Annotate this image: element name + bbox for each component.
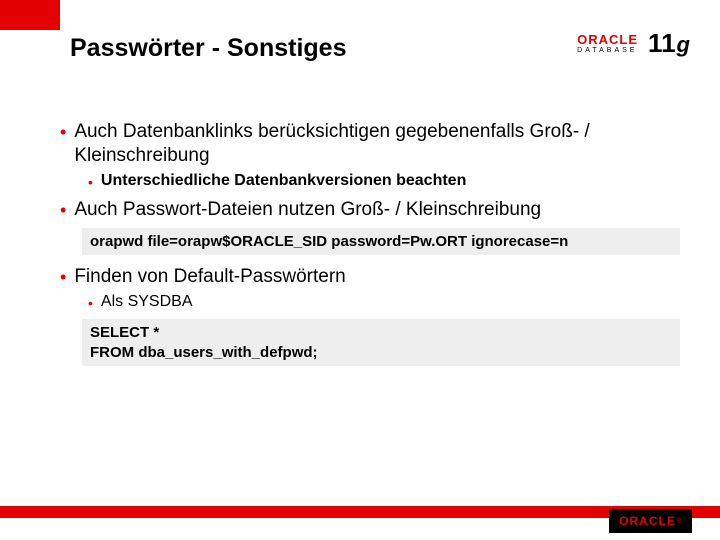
code-block: orapwd file=orapw$ORACLE_SID password=Pw… <box>82 228 680 256</box>
sub-bullet-item: • Unterschiedliche Datenbankversionen be… <box>88 172 680 192</box>
bullet-text: Finden von Default-Passwörtern <box>74 265 345 289</box>
bullet-dot-icon: • <box>60 198 66 222</box>
bullet-text: Auch Datenbanklinks berücksichtigen gege… <box>74 120 680 168</box>
content-area: • Auch Datenbanklinks berücksichtigen ge… <box>60 120 680 376</box>
code-block: SELECT * FROM dba_users_with_defpwd; <box>82 319 680 366</box>
bullet-item: • Finden von Default-Passwörtern <box>60 265 680 289</box>
page-title: Passwörter - Sonstiges <box>70 34 346 63</box>
corner-accent <box>0 0 60 30</box>
oracle-wordmark: ORACLE DATABASE <box>577 33 638 54</box>
bullet-dot-icon: • <box>88 172 93 192</box>
brand-name: ORACLE <box>577 33 638 46</box>
header-logo: ORACLE DATABASE 11 g <box>577 28 690 59</box>
bullet-text: Auch Passwort-Dateien nutzen Groß- / Kle… <box>74 198 541 222</box>
version-number: 11 <box>648 28 676 59</box>
code-line: SELECT * <box>90 323 672 343</box>
bullet-item: • Auch Passwort-Dateien nutzen Groß- / K… <box>60 198 680 222</box>
registered-icon: ® <box>677 518 682 525</box>
code-line: FROM dba_users_with_defpwd; <box>90 343 672 363</box>
code-line: orapwd file=orapw$ORACLE_SID password=Pw… <box>90 233 568 250</box>
version-badge: 11 g <box>648 28 690 59</box>
bullet-item: • Auch Datenbanklinks berücksichtigen ge… <box>60 120 680 168</box>
sub-bullet-text: Unterschiedliche Datenbankversionen beac… <box>101 172 466 190</box>
version-suffix: g <box>677 32 690 58</box>
bullet-dot-icon: • <box>60 120 66 144</box>
footer-logo: ORACLE ® <box>609 509 692 533</box>
footer-brand: ORACLE <box>619 514 676 528</box>
brand-subtitle: DATABASE <box>577 47 637 54</box>
sub-bullet-item: • Als SYSDBA <box>88 293 680 313</box>
sub-bullet-text: Als SYSDBA <box>101 293 193 311</box>
bullet-dot-icon: • <box>60 265 66 289</box>
bullet-dot-icon: • <box>88 293 93 313</box>
